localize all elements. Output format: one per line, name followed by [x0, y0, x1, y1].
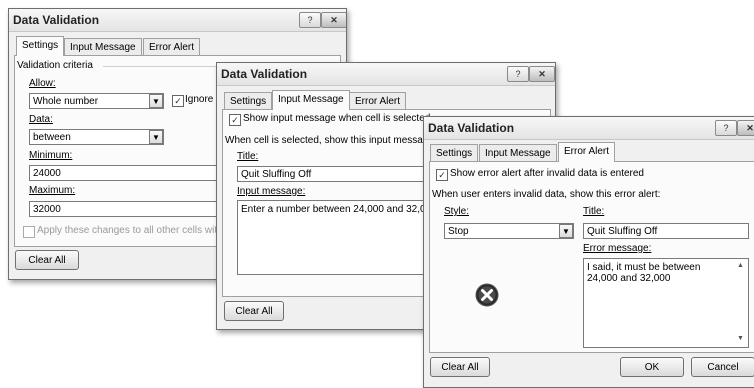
show-error-label: Show error alert after invalid data is e… [450, 168, 644, 179]
dialog-title: Data Validation [13, 13, 100, 27]
help-button[interactable]: ? [299, 12, 321, 28]
tab-input-message[interactable]: Input Message [64, 38, 142, 56]
style-select[interactable]: Stop [444, 223, 574, 239]
cancel-button[interactable]: Cancel [691, 357, 754, 377]
allow-label: Allow: [29, 78, 56, 89]
allow-select[interactable]: Whole number [29, 93, 164, 109]
dialog-error-alert: Data Validation ? ✕ Settings Input Messa… [423, 116, 754, 388]
clear-all-button[interactable]: Clear All [15, 250, 79, 270]
help-button[interactable]: ? [507, 66, 529, 82]
tab-settings[interactable]: Settings [16, 36, 65, 56]
tab-error-alert[interactable]: Error Alert [143, 38, 201, 56]
chevron-down-icon[interactable]: ▼ [559, 224, 573, 238]
show-input-checkbox[interactable]: ✓ [229, 114, 241, 126]
style-label: Style: [444, 206, 470, 217]
tab-error-alert[interactable]: Error Alert [558, 142, 616, 162]
title-input[interactable]: Quit Sluffing Off [583, 223, 749, 239]
dialog-title: Data Validation [428, 121, 515, 135]
clear-all-button[interactable]: Clear All [224, 301, 284, 321]
when-label: When cell is selected, show this input m… [225, 135, 434, 146]
minimum-label: Minimum: [29, 150, 73, 161]
data-select[interactable]: between [29, 129, 164, 145]
show-input-label: Show input message when cell is selected [243, 113, 431, 124]
tab-settings[interactable]: Settings [224, 92, 273, 110]
error-alert-panel: ✓ Show error alert after invalid data is… [429, 161, 754, 353]
close-button[interactable]: ✕ [529, 66, 555, 82]
error-message-label: Error message: [583, 243, 652, 254]
ok-button[interactable]: OK [620, 357, 684, 377]
close-button[interactable]: ✕ [321, 12, 346, 28]
chevron-down-icon[interactable]: ▼ [149, 130, 163, 144]
tab-settings[interactable]: Settings [430, 144, 479, 162]
title-bar: Data Validation ? ✕ [424, 117, 754, 140]
tab-input-message[interactable]: Input Message [272, 90, 350, 110]
help-button[interactable]: ? [715, 120, 737, 136]
minimum-input[interactable]: 24000 [29, 165, 219, 181]
error-message-textarea[interactable]: I said, it must be between 24,000 and 32… [583, 258, 749, 348]
criteria-label: Validation criteria [17, 60, 93, 71]
show-error-checkbox[interactable]: ✓ [436, 169, 448, 181]
close-button[interactable]: ✕ [737, 120, 754, 136]
tab-input-message[interactable]: Input Message [479, 144, 557, 162]
when-label: When user enters invalid data, show this… [432, 189, 661, 200]
maximum-input[interactable]: 32000 [29, 201, 219, 217]
title-label: Title: [583, 206, 605, 217]
title-bar: Data Validation ? ✕ [9, 9, 346, 32]
scroll-down-icon[interactable]: ▼ [737, 335, 744, 342]
clear-all-button[interactable]: Clear All [430, 357, 490, 377]
data-label: Data: [29, 114, 53, 125]
input-message-label: Input message: [237, 186, 306, 197]
stop-error-icon [475, 283, 499, 307]
title-label: Title: [237, 151, 259, 162]
tab-error-alert[interactable]: Error Alert [349, 92, 407, 110]
dialog-title: Data Validation [221, 67, 308, 81]
scroll-up-icon[interactable]: ▲ [737, 262, 744, 269]
apply-checkbox[interactable] [23, 226, 35, 238]
chevron-down-icon[interactable]: ▼ [149, 94, 163, 108]
apply-label: Apply these changes to all other cells w… [37, 225, 229, 236]
title-bar: Data Validation ? ✕ [217, 63, 555, 86]
ignore-blank-checkbox[interactable]: ✓ [172, 95, 184, 107]
maximum-label: Maximum: [29, 185, 76, 196]
